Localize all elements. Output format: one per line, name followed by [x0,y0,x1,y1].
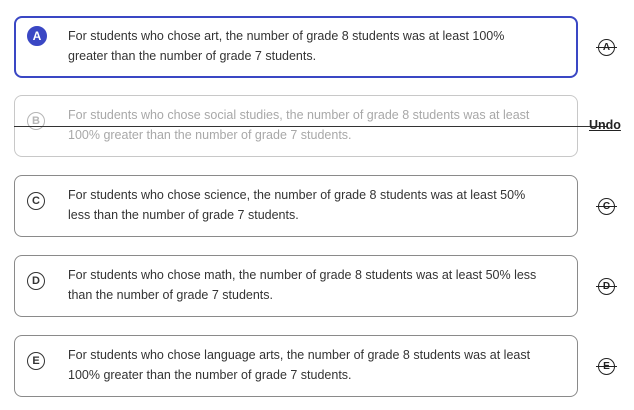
answer-option-c[interactable]: C For students who chose science, the nu… [14,175,578,237]
eliminate-e-icon[interactable]: E [596,358,617,375]
option-letter-d: D [27,272,45,290]
option-letter-c: C [27,192,45,210]
eliminate-a-icon[interactable]: A [596,39,617,56]
option-text-d: For students who chose math, the number … [68,268,537,302]
answer-option-a[interactable]: A For students who chose art, the number… [14,16,578,78]
option-text-c: For students who chose science, the numb… [68,188,526,222]
option-text-e: For students who chose language arts, th… [68,348,531,382]
answer-option-d[interactable]: D For students who chose math, the numbe… [14,255,578,317]
undo-button[interactable]: Undo [589,118,621,132]
eliminate-d-icon[interactable]: D [596,278,617,295]
option-letter-b: B [27,112,45,130]
elimination-strike-line [14,126,608,127]
eliminate-c-icon[interactable]: C [596,198,617,215]
option-text-a: For students who chose art, the number o… [68,29,505,63]
answer-option-e[interactable]: E For students who chose language arts, … [14,335,578,397]
option-letter-a: A [27,26,47,46]
option-text-b: For students who chose social studies, t… [68,108,530,142]
option-letter-e: E [27,352,45,370]
